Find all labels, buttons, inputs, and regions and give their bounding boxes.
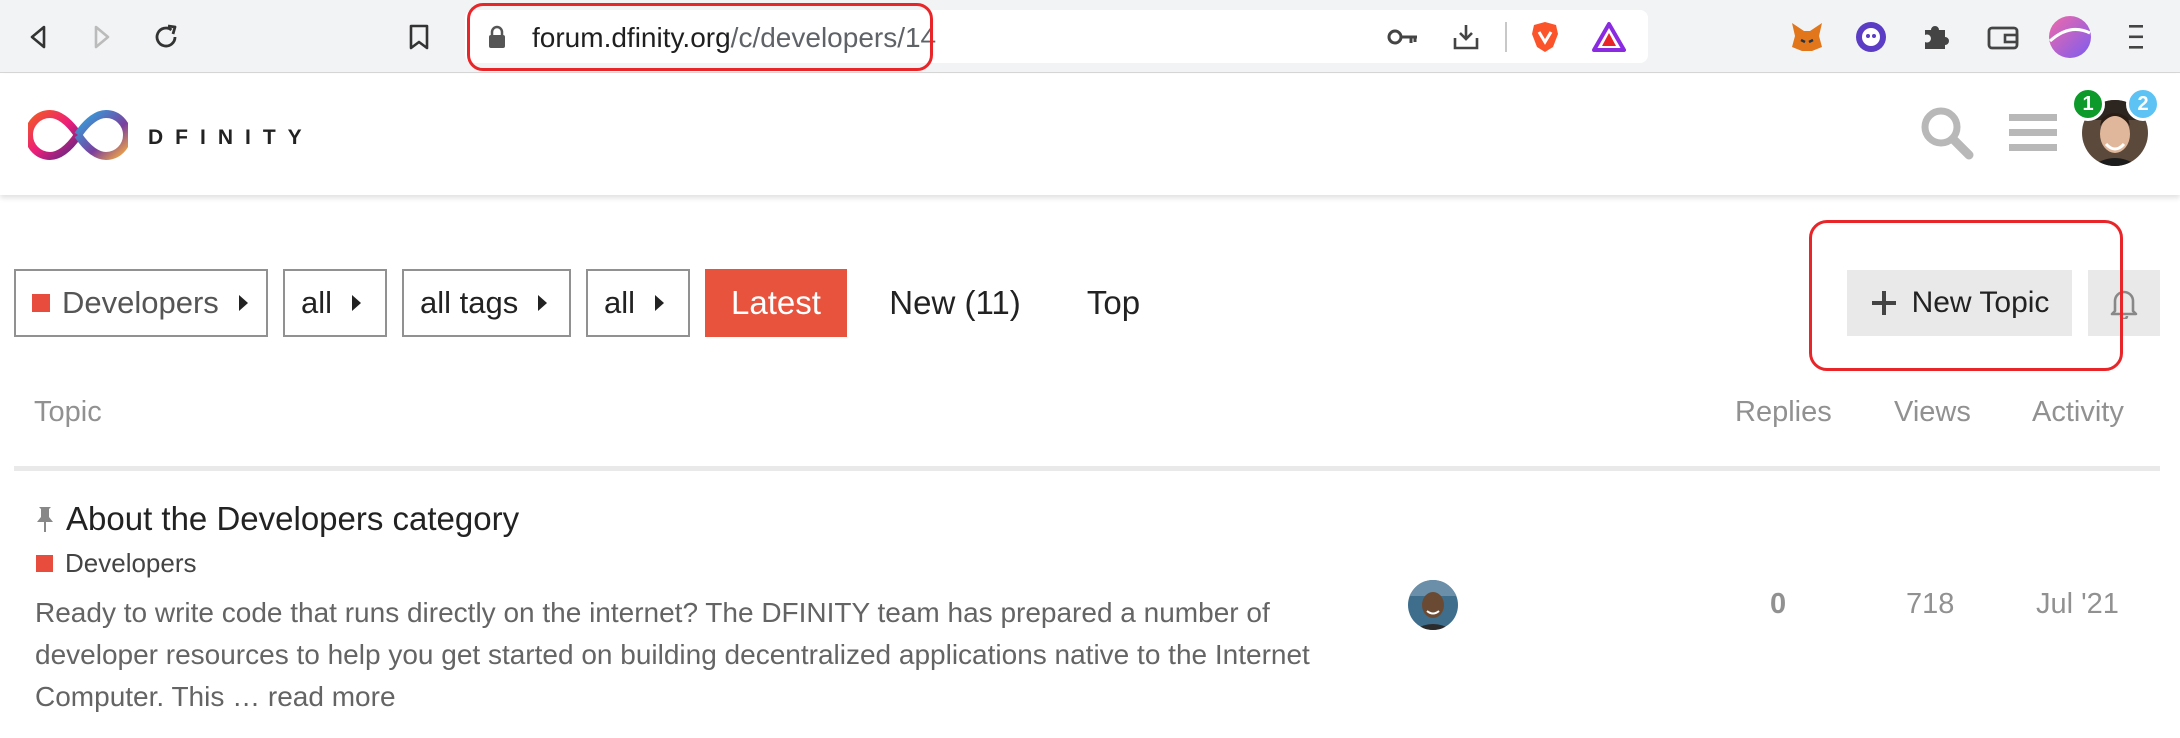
category-color-square (32, 294, 50, 312)
topic-excerpt-text: Ready to write code that runs directly o… (35, 597, 1310, 712)
topic-title-link[interactable]: About the Developers category (66, 500, 519, 538)
install-app-icon[interactable] (1448, 19, 1484, 55)
category-dropdown-label: Developers (62, 285, 219, 320)
filter-dropdown-label: all (604, 285, 636, 320)
reload-icon[interactable] (141, 12, 191, 62)
poster-avatar[interactable] (1408, 580, 1458, 630)
category-color-square (36, 555, 53, 572)
category-dropdown[interactable]: Developers (14, 269, 268, 337)
bell-icon (2109, 287, 2139, 319)
topic-excerpt: Ready to write code that runs directly o… (35, 592, 1355, 718)
profile-icon[interactable] (2048, 15, 2092, 59)
pin-icon (34, 505, 56, 538)
caret-right-icon (352, 295, 362, 311)
notification-count-badge: 1 (2071, 87, 2105, 121)
browser-toolbar: forum.dfinity.org/c/developers/14 (0, 0, 2180, 73)
tab-top[interactable]: Top (1070, 269, 1157, 337)
forward-icon[interactable] (76, 12, 126, 62)
address-bar[interactable]: forum.dfinity.org/c/developers/14 (465, 10, 1648, 63)
column-header-views[interactable]: Views (1894, 396, 1971, 429)
message-count-badge: 2 (2126, 87, 2160, 121)
site-logo[interactable]: DFINITY (25, 108, 314, 167)
separator (1505, 22, 1507, 52)
brave-rewards-icon[interactable] (1591, 19, 1627, 55)
plug-wallet-icon[interactable] (1849, 15, 1893, 59)
extensions-icon[interactable] (1913, 15, 1957, 59)
filter-dropdown[interactable]: all (586, 269, 690, 337)
bookmark-icon[interactable] (394, 12, 444, 62)
replies-count[interactable]: 0 (1770, 588, 1786, 621)
url-text: forum.dfinity.org/c/developers/14 (532, 22, 936, 54)
tab-new[interactable]: New (11) (870, 269, 1040, 337)
column-header-replies[interactable]: Replies (1735, 396, 1832, 429)
browser-menu-icon[interactable] (2114, 15, 2158, 59)
column-header-topic[interactable]: Topic (34, 396, 102, 429)
key-icon[interactable] (1385, 19, 1421, 55)
subcategory-dropdown-label: all (301, 285, 333, 320)
plus-icon (1870, 289, 1898, 317)
caret-right-icon (238, 295, 248, 311)
hamburger-menu-icon[interactable] (2004, 110, 2062, 156)
column-header-activity[interactable]: Activity (2032, 396, 2124, 429)
back-icon[interactable] (14, 12, 64, 62)
subcategory-dropdown[interactable]: all (283, 269, 387, 337)
views-count: 718 (1906, 588, 1955, 620)
search-icon[interactable] (1916, 102, 1978, 164)
user-avatar-button[interactable]: 1 2 (2071, 87, 2160, 166)
read-more-link[interactable]: read more (268, 681, 396, 712)
lock-icon (487, 25, 507, 54)
metamask-icon[interactable] (1785, 15, 1829, 59)
logo-wordmark: DFINITY (148, 125, 314, 149)
caret-right-icon (655, 295, 665, 311)
url-path: /c/developers/14 (730, 22, 937, 53)
brave-shields-icon[interactable] (1527, 19, 1563, 55)
tags-dropdown-label: all tags (420, 285, 519, 320)
url-host: forum.dfinity.org (532, 22, 731, 53)
new-topic-button[interactable]: New Topic (1847, 270, 2072, 336)
site-header: DFINITY (0, 74, 2180, 195)
tags-dropdown[interactable]: all tags (402, 269, 571, 337)
tab-latest[interactable]: Latest (705, 269, 847, 337)
category-notifications-button[interactable] (2088, 270, 2160, 336)
new-topic-label: New Topic (1911, 286, 2050, 319)
dfinity-infinity-icon (25, 108, 131, 167)
wallet-icon[interactable] (1981, 15, 2025, 59)
topic-category-badge[interactable]: Developers (36, 548, 197, 579)
activity-date[interactable]: Jul '21 (2036, 588, 2119, 621)
table-header-divider (14, 466, 2160, 471)
caret-right-icon (538, 295, 548, 311)
topic-category-label: Developers (65, 548, 197, 578)
